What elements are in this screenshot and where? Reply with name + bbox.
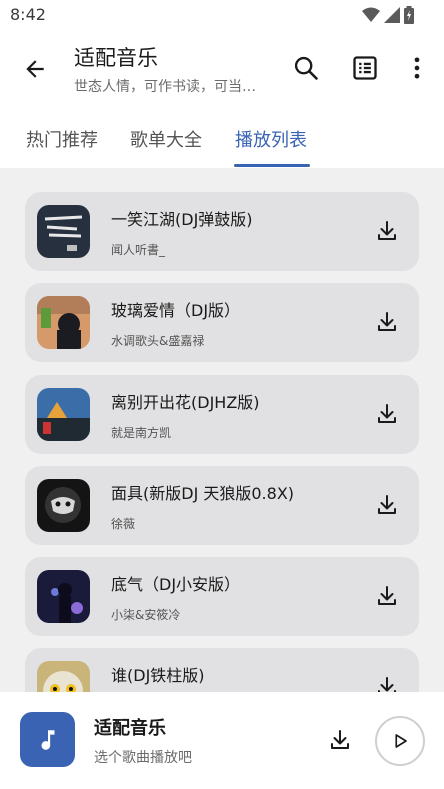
song-title: 面具(新版DJ 天狼版0.8X) [111, 484, 295, 503]
download-icon[interactable] [375, 219, 399, 243]
app-subtitle: 世态人情，可作书读，可当… [74, 79, 256, 95]
song-item[interactable]: 谁(DJ铁柱版) [25, 648, 419, 692]
play-icon [395, 734, 407, 748]
tab-bar: 热门推荐 歌单大全 播放列表 [0, 110, 444, 168]
download-icon[interactable] [375, 402, 399, 426]
song-item[interactable]: 底气（DJ小安版） 小柒&安筱冷 [25, 557, 419, 636]
tab-play-queue[interactable]: 播放列表 [235, 126, 307, 152]
battery-icon [404, 6, 414, 24]
app-bar: 适配音乐 世态人情，可作书读，可当… [0, 30, 444, 110]
song-title: 谁(DJ铁柱版) [111, 666, 205, 685]
status-time: 8:42 [10, 5, 46, 24]
download-icon[interactable] [328, 728, 352, 752]
song-artist: 小柒&安筱冷 [111, 608, 181, 622]
music-note-icon [41, 729, 54, 750]
tab-indicator [234, 164, 310, 167]
more-vert-icon[interactable] [403, 54, 431, 82]
search-icon[interactable] [292, 54, 320, 82]
song-item[interactable]: 玻璃爱情（DJ版） 水调歌头&盛嘉禄 [25, 283, 419, 362]
download-icon[interactable] [375, 584, 399, 608]
song-item[interactable]: 面具(新版DJ 天狼版0.8X) 徐薇 [25, 466, 419, 545]
song-list[interactable]: 一笑江湖(DJ弹鼓版) 闻人听書_ 玻璃爱情（DJ版） 水调歌头&盛嘉禄 离别开… [0, 168, 444, 692]
signal-icon [384, 7, 400, 23]
tab-hot[interactable]: 热门推荐 [26, 126, 98, 152]
song-item[interactable]: 一笑江湖(DJ弹鼓版) 闻人听書_ [25, 192, 419, 271]
song-artist: 闻人听書_ [111, 243, 166, 257]
album-cover [37, 388, 90, 441]
list-icon[interactable] [351, 54, 379, 82]
song-title: 一笑江湖(DJ弹鼓版) [111, 210, 253, 229]
back-arrow-icon[interactable] [22, 56, 48, 82]
song-artist: 徐薇 [111, 517, 136, 531]
song-title: 离别开出花(DJHZ版) [111, 393, 260, 412]
album-cover [37, 296, 90, 349]
song-artist: 水调歌头&盛嘉禄 [111, 334, 205, 348]
album-cover [37, 570, 90, 623]
album-cover [37, 661, 90, 692]
download-icon[interactable] [375, 493, 399, 517]
download-icon[interactable] [375, 310, 399, 334]
download-icon[interactable] [375, 675, 399, 692]
tab-playlists[interactable]: 歌单大全 [130, 126, 202, 152]
status-bar: 8:42 [0, 0, 444, 30]
song-title: 底气（DJ小安版） [111, 575, 241, 594]
app-title: 适配音乐 [74, 46, 158, 70]
album-cover [37, 205, 90, 258]
album-cover [37, 479, 90, 532]
song-item[interactable]: 离别开出花(DJHZ版) 就是南方凯 [25, 375, 419, 454]
wifi-icon [362, 7, 380, 22]
player-title: 适配音乐 [94, 718, 166, 739]
player-subtitle: 选个歌曲播放吧 [94, 750, 192, 766]
player-cover [20, 712, 75, 767]
mini-player[interactable]: 适配音乐 选个歌曲播放吧 [0, 692, 444, 789]
song-title: 玻璃爱情（DJ版） [111, 301, 241, 320]
song-artist: 就是南方凯 [111, 426, 172, 440]
play-button[interactable] [375, 716, 425, 766]
